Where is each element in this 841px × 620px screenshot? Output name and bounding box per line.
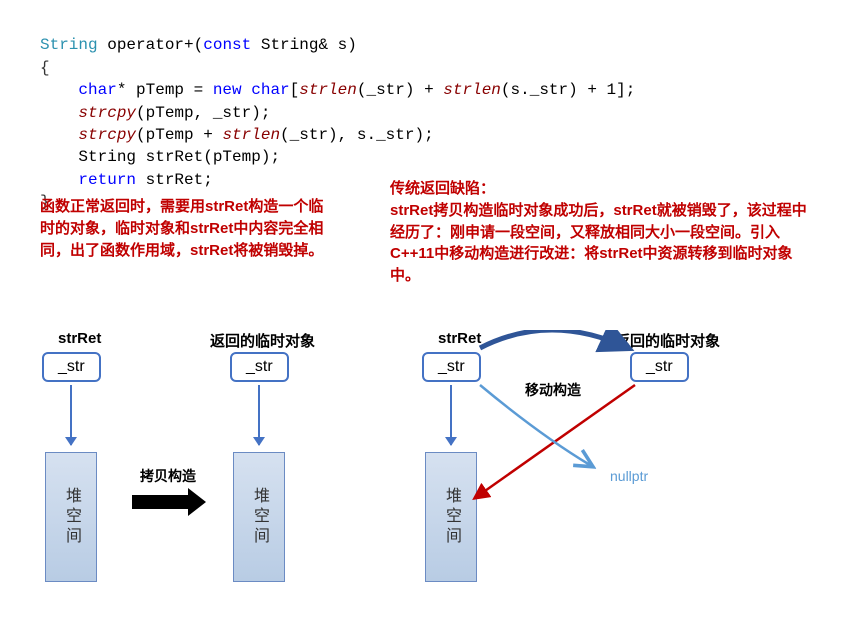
arrow-down-icon [258,385,260,445]
heap-text: 堆空间 [439,487,463,547]
code-token: String& s) [251,36,357,54]
code-token: strlen [443,81,501,99]
diagram-left: strRet _str 堆空间 拷贝构造 返回的临时对象 _str 堆空间 [40,330,370,610]
code-token: String strRet(pTemp); [78,148,280,166]
str-box-r1: _str [422,352,481,382]
tempobj-label-r: 返回的临时对象 [615,330,720,351]
code-token: (_str), s._str); [280,126,434,144]
code-token: * pTemp = [117,81,213,99]
tempobj-label-left: 返回的临时对象 [210,330,315,351]
heap-box-right: 堆空间 [233,452,285,582]
heap-box-r: 堆空间 [425,452,477,582]
code-token: (_str) + [357,81,443,99]
black-arrow-icon [132,488,206,516]
nullptr-label: nullptr [610,468,648,484]
code-token: strcpy [78,104,136,122]
arrow-down-icon [450,385,452,445]
code-token: String [40,36,98,54]
code-token: char [78,81,116,99]
code-token: operator+( [98,36,204,54]
annotation-right-body: strRet拷贝构造临时对象成功后，strRet就被销毁了，该过程中经历了：刚申… [390,202,807,284]
annotation-right-title: 传统返回缺陷： [390,180,495,197]
code-token: { [40,59,50,77]
strret-label-r: strRet [438,330,481,347]
code-token: (pTemp + [136,126,222,144]
code-token: return [78,171,136,189]
str-box-left: _str [42,352,101,382]
str-box-right: _str [230,352,289,382]
code-token: char [251,81,289,99]
strret-label: strRet [58,330,101,347]
str-box-r2: _str [630,352,689,382]
code-token: strlen [222,126,280,144]
diagram-right: strRet _str 堆空间 移动构造 返回的临时对象 _str nullpt… [420,330,820,610]
copy-ctor-label: 拷贝构造 [140,466,196,486]
code-token: new [213,81,242,99]
code-token: (s._str) + 1]; [501,81,635,99]
heap-text: 堆空间 [247,487,271,547]
annotation-left: 函数正常返回时，需要用strRet构造一个临时的对象，临时对象和strRet中内… [40,196,330,261]
code-token: strRet; [136,171,213,189]
annotation-right: 传统返回缺陷： strRet拷贝构造临时对象成功后，strRet就被销毁了，该过… [390,178,810,287]
code-token: [ [290,81,300,99]
code-token: strcpy [78,126,136,144]
code-token: const [203,36,251,54]
code-token: strlen [299,81,357,99]
code-token: (pTemp, _str); [136,104,270,122]
code-token [242,81,252,99]
move-ctor-label: 移动构造 [525,380,581,400]
heap-text: 堆空间 [59,487,83,547]
arrow-down-icon [70,385,72,445]
heap-box-left: 堆空间 [45,452,97,582]
